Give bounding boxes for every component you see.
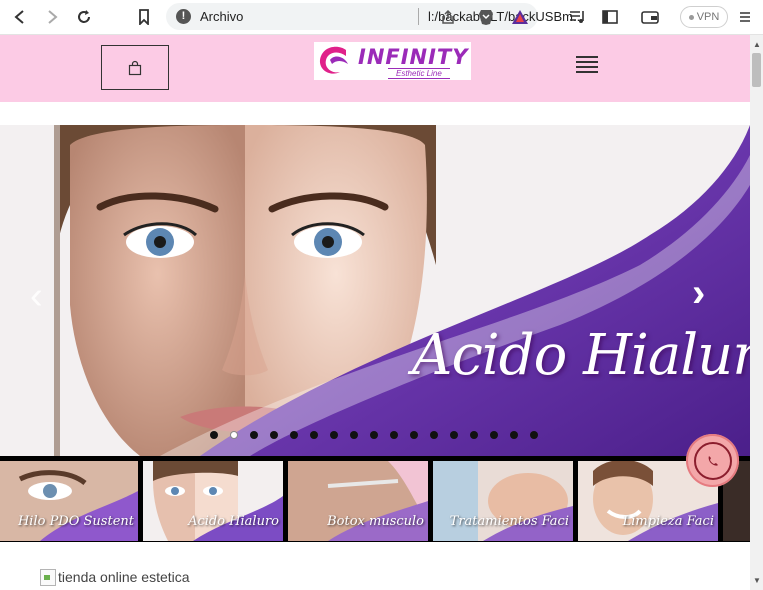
address-divider — [418, 8, 419, 25]
address-scheme-label: Archivo — [200, 9, 244, 24]
playlist-icon[interactable] — [566, 5, 590, 29]
cart-button[interactable] — [101, 45, 169, 90]
carousel-indicator-dot[interactable] — [430, 431, 438, 439]
rewards-icon[interactable] — [508, 5, 532, 29]
thumbnail-hilo-pdo[interactable]: Hilo PDO Sustent — [0, 461, 138, 541]
reload-icon[interactable] — [72, 5, 96, 29]
carousel-indicator-dot[interactable] — [490, 431, 498, 439]
carousel-indicator-dot[interactable] — [370, 431, 378, 439]
carousel-indicators — [210, 431, 538, 441]
scroll-down-icon[interactable]: ▼ — [753, 576, 761, 585]
carousel-indicator-dot[interactable] — [510, 431, 518, 439]
banner-image-alt: tienda online estetica — [58, 569, 190, 585]
slide-title: Acido Hialuronico — [412, 323, 750, 388]
logo-brand-text: INFINITY — [358, 45, 469, 69]
carousel-indicator-dot[interactable] — [350, 431, 358, 439]
logo-tagline: Esthetic Line — [388, 68, 450, 79]
vpn-button[interactable]: VPN — [680, 6, 728, 28]
sidebar-icon[interactable] — [598, 5, 622, 29]
menu-icon[interactable] — [733, 5, 757, 29]
carousel-indicator-dot[interactable] — [470, 431, 478, 439]
forward-icon[interactable] — [40, 5, 64, 29]
carousel-indicator-dot[interactable] — [230, 431, 238, 439]
whatsapp-icon — [693, 441, 732, 480]
thumbnail-botox[interactable]: Botox musculo — [288, 461, 428, 541]
thumbnail-caption: Limpieza Faci — [622, 514, 714, 529]
hero-carousel: Acido Hialuronico ‹ › — [0, 125, 750, 456]
cart-icon — [128, 60, 142, 75]
page-scrollbar[interactable]: ▲ ▼ — [750, 35, 763, 590]
share-icon[interactable] — [436, 5, 460, 29]
carousel-indicator-dot[interactable] — [210, 431, 218, 439]
carousel-indicator-dot[interactable] — [390, 431, 398, 439]
scrollbar-thumb[interactable] — [752, 53, 761, 87]
thumbnail-caption: Hilo PDO Sustent — [17, 514, 134, 529]
carousel-indicator-dot[interactable] — [330, 431, 338, 439]
bookmark-icon[interactable] — [132, 5, 156, 29]
vpn-label: VPN — [696, 11, 720, 23]
carousel-indicator-dot[interactable] — [450, 431, 458, 439]
carousel-indicator-dot[interactable] — [530, 431, 538, 439]
slide-image — [0, 125, 750, 456]
banner-image-placeholder: tienda online estetica — [40, 567, 190, 587]
thumbnail-strip: Hilo PDO Sustent Acido Hialuro Botox mus… — [0, 456, 750, 542]
carousel-indicator-dot[interactable] — [250, 431, 258, 439]
whatsapp-button[interactable] — [686, 434, 739, 487]
carousel-prev-button[interactable]: ‹ — [30, 275, 43, 318]
carousel-next-button[interactable]: › — [692, 271, 705, 316]
site-header: INFINITY Esthetic Line — [0, 35, 750, 102]
carousel-indicator-dot[interactable] — [410, 431, 418, 439]
back-icon[interactable] — [8, 5, 32, 29]
browser-toolbar: ! Archivo l:/backabrilLT/backUSBm... VPN — [0, 0, 763, 35]
thumbnail-caption: Botox musculo — [327, 514, 424, 529]
carousel-indicator-dot[interactable] — [270, 431, 278, 439]
thumbnail-caption: Tratamientos Faci — [449, 514, 569, 529]
site-logo[interactable]: INFINITY Esthetic Line — [314, 42, 471, 80]
hamburger-icon[interactable] — [576, 56, 598, 74]
wallet-icon[interactable] — [638, 5, 662, 29]
thumbnail-caption: Acido Hialuro — [188, 514, 279, 529]
vpn-status-dot — [688, 14, 694, 20]
scroll-up-icon[interactable]: ▲ — [753, 40, 761, 49]
thumbnail-tratamientos-faciales[interactable]: Tratamientos Faci — [433, 461, 573, 541]
carousel-indicator-dot[interactable] — [310, 431, 318, 439]
thumbnail-acido-hialuronico[interactable]: Acido Hialuro — [143, 461, 283, 541]
logo-swirl-icon — [319, 46, 348, 74]
broken-image-icon — [40, 568, 56, 586]
brave-icon[interactable] — [474, 5, 498, 29]
info-icon[interactable]: ! — [176, 9, 191, 24]
carousel-indicator-dot[interactable] — [290, 431, 298, 439]
